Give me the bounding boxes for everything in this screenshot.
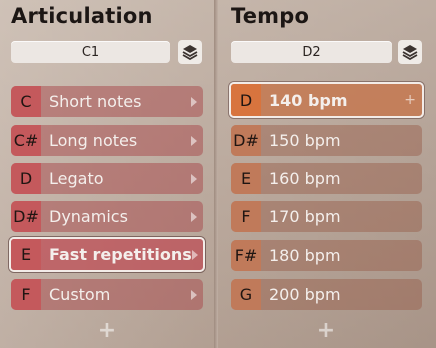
chevron-right-icon bbox=[191, 135, 197, 146]
tempo-item-200[interactable]: G 200 bpm bbox=[231, 279, 422, 310]
item-label: Short notes bbox=[49, 92, 142, 111]
articulation-item-long-notes[interactable]: C# Long notes bbox=[11, 125, 203, 156]
tempo-item-170[interactable]: F 170 bpm bbox=[231, 201, 422, 232]
plus-icon[interactable]: + bbox=[404, 92, 416, 108]
chevron-right-icon bbox=[191, 249, 198, 260]
item-label: 180 bpm bbox=[269, 246, 341, 265]
key-label: C# bbox=[11, 125, 41, 156]
item-label: Custom bbox=[49, 285, 111, 304]
tempo-layers-button[interactable] bbox=[398, 40, 422, 64]
key-label: D bbox=[11, 163, 41, 194]
articulation-item-dynamics[interactable]: D# Dynamics bbox=[11, 201, 203, 232]
key-label: C bbox=[11, 86, 41, 117]
item-label: Long notes bbox=[49, 131, 138, 150]
key-label: F# bbox=[231, 240, 261, 271]
articulation-title: Articulation bbox=[11, 4, 153, 28]
key-label: F bbox=[11, 279, 41, 310]
item-label: Legato bbox=[49, 169, 104, 188]
tempo-item-140[interactable]: D 140 bpm + bbox=[229, 82, 424, 118]
articulation-item-legato[interactable]: D Legato bbox=[11, 163, 203, 194]
articulation-item-fast-repetitions[interactable]: E Fast repetitions bbox=[9, 237, 205, 272]
key-label: D bbox=[231, 84, 261, 116]
chevron-right-icon bbox=[191, 211, 197, 222]
layers-icon bbox=[182, 45, 198, 60]
tempo-selector[interactable]: D2 bbox=[231, 41, 392, 63]
layers-icon bbox=[402, 45, 418, 60]
key-label: E bbox=[231, 163, 261, 194]
item-label: 160 bpm bbox=[269, 169, 341, 188]
tempo-item-160[interactable]: E 160 bpm bbox=[231, 163, 422, 194]
item-label: 200 bpm bbox=[269, 285, 341, 304]
item-label: Dynamics bbox=[49, 207, 128, 226]
tempo-title: Tempo bbox=[231, 4, 310, 28]
key-label: G bbox=[231, 279, 261, 310]
item-label: 150 bpm bbox=[269, 131, 341, 150]
tempo-add-button[interactable]: + bbox=[316, 318, 336, 343]
key-label: D# bbox=[231, 125, 261, 156]
key-label: D# bbox=[11, 201, 41, 232]
chevron-right-icon bbox=[191, 289, 197, 300]
tempo-item-150[interactable]: D# 150 bpm bbox=[231, 125, 422, 156]
articulation-layers-button[interactable] bbox=[178, 40, 202, 64]
key-label: F bbox=[231, 201, 261, 232]
articulation-selector[interactable]: C1 bbox=[11, 41, 170, 63]
item-label: Fast repetitions bbox=[49, 245, 192, 264]
articulation-item-short-notes[interactable]: C Short notes bbox=[11, 86, 203, 117]
item-label: 170 bpm bbox=[269, 207, 341, 226]
key-label: E bbox=[11, 239, 41, 270]
chevron-right-icon bbox=[191, 96, 197, 107]
articulation-add-button[interactable]: + bbox=[97, 318, 117, 343]
tempo-item-180[interactable]: F# 180 bpm bbox=[231, 240, 422, 271]
articulation-item-custom[interactable]: F Custom bbox=[11, 279, 203, 310]
item-label: 140 bpm bbox=[269, 90, 348, 110]
chevron-right-icon bbox=[191, 173, 197, 184]
